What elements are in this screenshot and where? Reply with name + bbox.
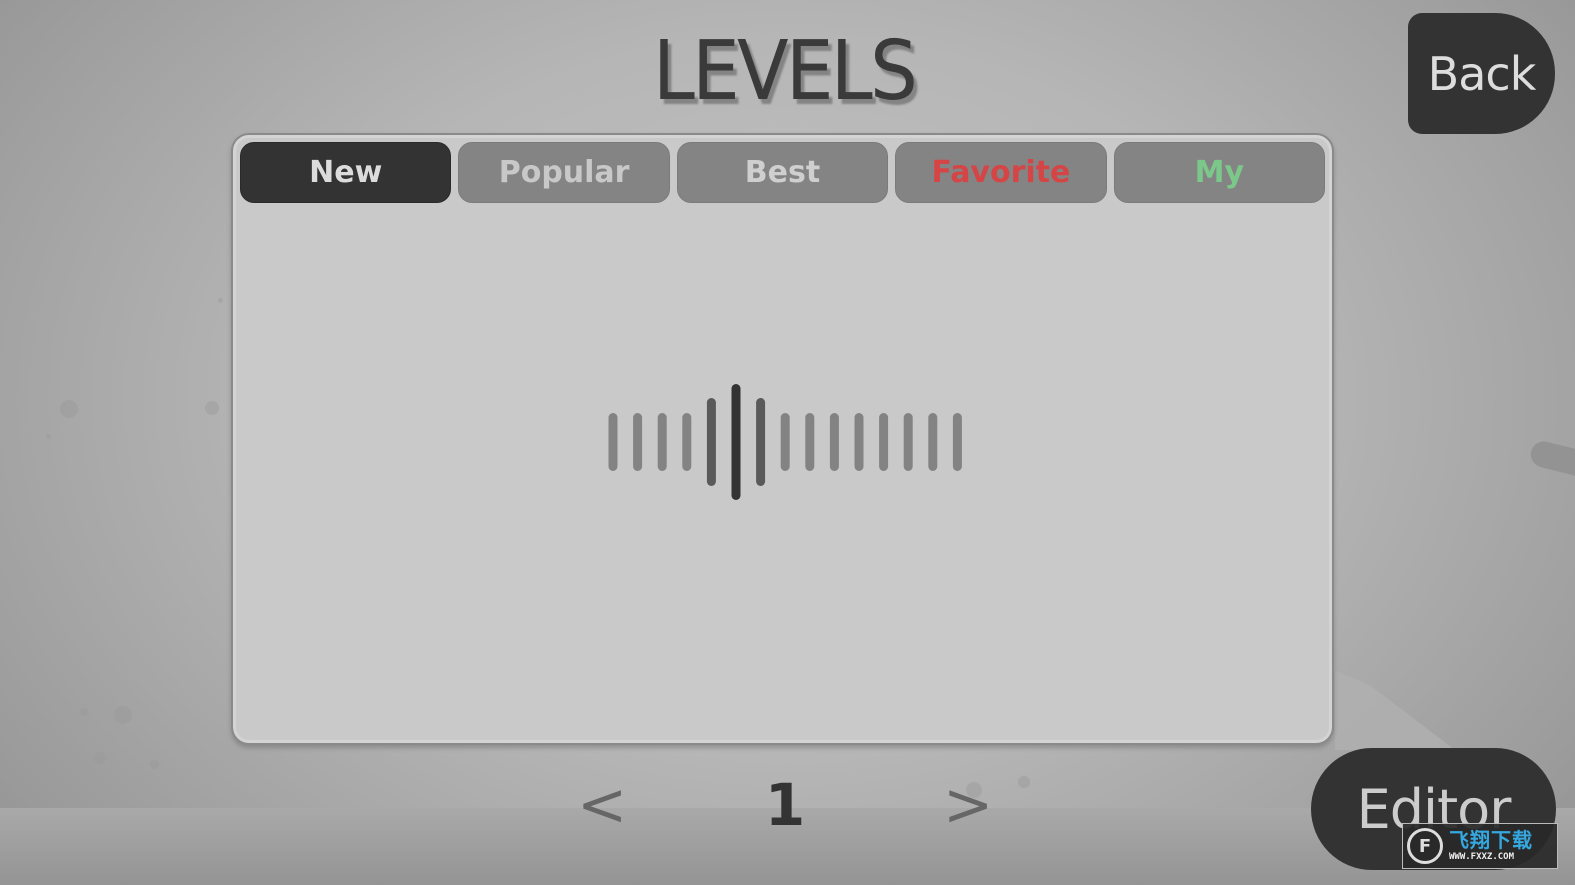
- watermark-brand: 飞翔下载: [1449, 828, 1533, 852]
- tab-popular[interactable]: Popular: [458, 142, 670, 203]
- watermark-logo-icon: F: [1407, 828, 1443, 864]
- background-dot: [150, 760, 159, 769]
- loader-bar: [829, 413, 839, 471]
- loader-bar: [903, 413, 913, 471]
- background-dot: [218, 298, 223, 303]
- loader-bar: [780, 413, 790, 471]
- loader-bar: [657, 413, 667, 471]
- loader-bar: [706, 398, 716, 486]
- loader-bar: [952, 413, 962, 471]
- loader-bar: [731, 384, 741, 500]
- background-shape: [1335, 670, 1455, 750]
- background-dot: [46, 434, 51, 439]
- tab-my[interactable]: My: [1113, 142, 1326, 203]
- level-tabs: New Popular Best Favorite My: [240, 142, 1326, 203]
- background-dot: [94, 752, 106, 764]
- previous-page-button[interactable]: <: [577, 775, 627, 835]
- page-title: LEVELS: [652, 24, 918, 119]
- loading-waveform-icon: [608, 384, 962, 500]
- background-streak: [1528, 438, 1575, 484]
- loader-bar: [879, 413, 889, 471]
- watermark: F 飞翔下载 WWW.FXXZ.COM: [1402, 823, 1558, 869]
- tab-best[interactable]: Best: [676, 142, 889, 203]
- background-dot: [114, 706, 132, 724]
- watermark-text: 飞翔下载 WWW.FXXZ.COM: [1449, 830, 1533, 862]
- loader-bar: [805, 413, 815, 471]
- loader-bar: [682, 413, 692, 471]
- background-dot: [60, 400, 78, 418]
- watermark-url: WWW.FXXZ.COM: [1449, 852, 1515, 862]
- back-button[interactable]: Back: [1408, 13, 1555, 134]
- next-page-button[interactable]: >: [943, 775, 993, 835]
- loader-bar: [756, 398, 766, 486]
- page-number: 1: [764, 771, 806, 839]
- background-dot: [205, 401, 219, 415]
- levels-panel: New Popular Best Favorite My: [231, 133, 1334, 745]
- loader-bar: [633, 413, 643, 471]
- loader-bar: [608, 413, 618, 471]
- tab-new[interactable]: New: [240, 142, 452, 203]
- tab-favorite[interactable]: Favorite: [895, 142, 1107, 203]
- loader-bar: [928, 413, 938, 471]
- loading-indicator: [233, 375, 1332, 505]
- background-dot: [1018, 776, 1030, 788]
- loader-bar: [854, 413, 864, 471]
- background-dot: [80, 708, 88, 716]
